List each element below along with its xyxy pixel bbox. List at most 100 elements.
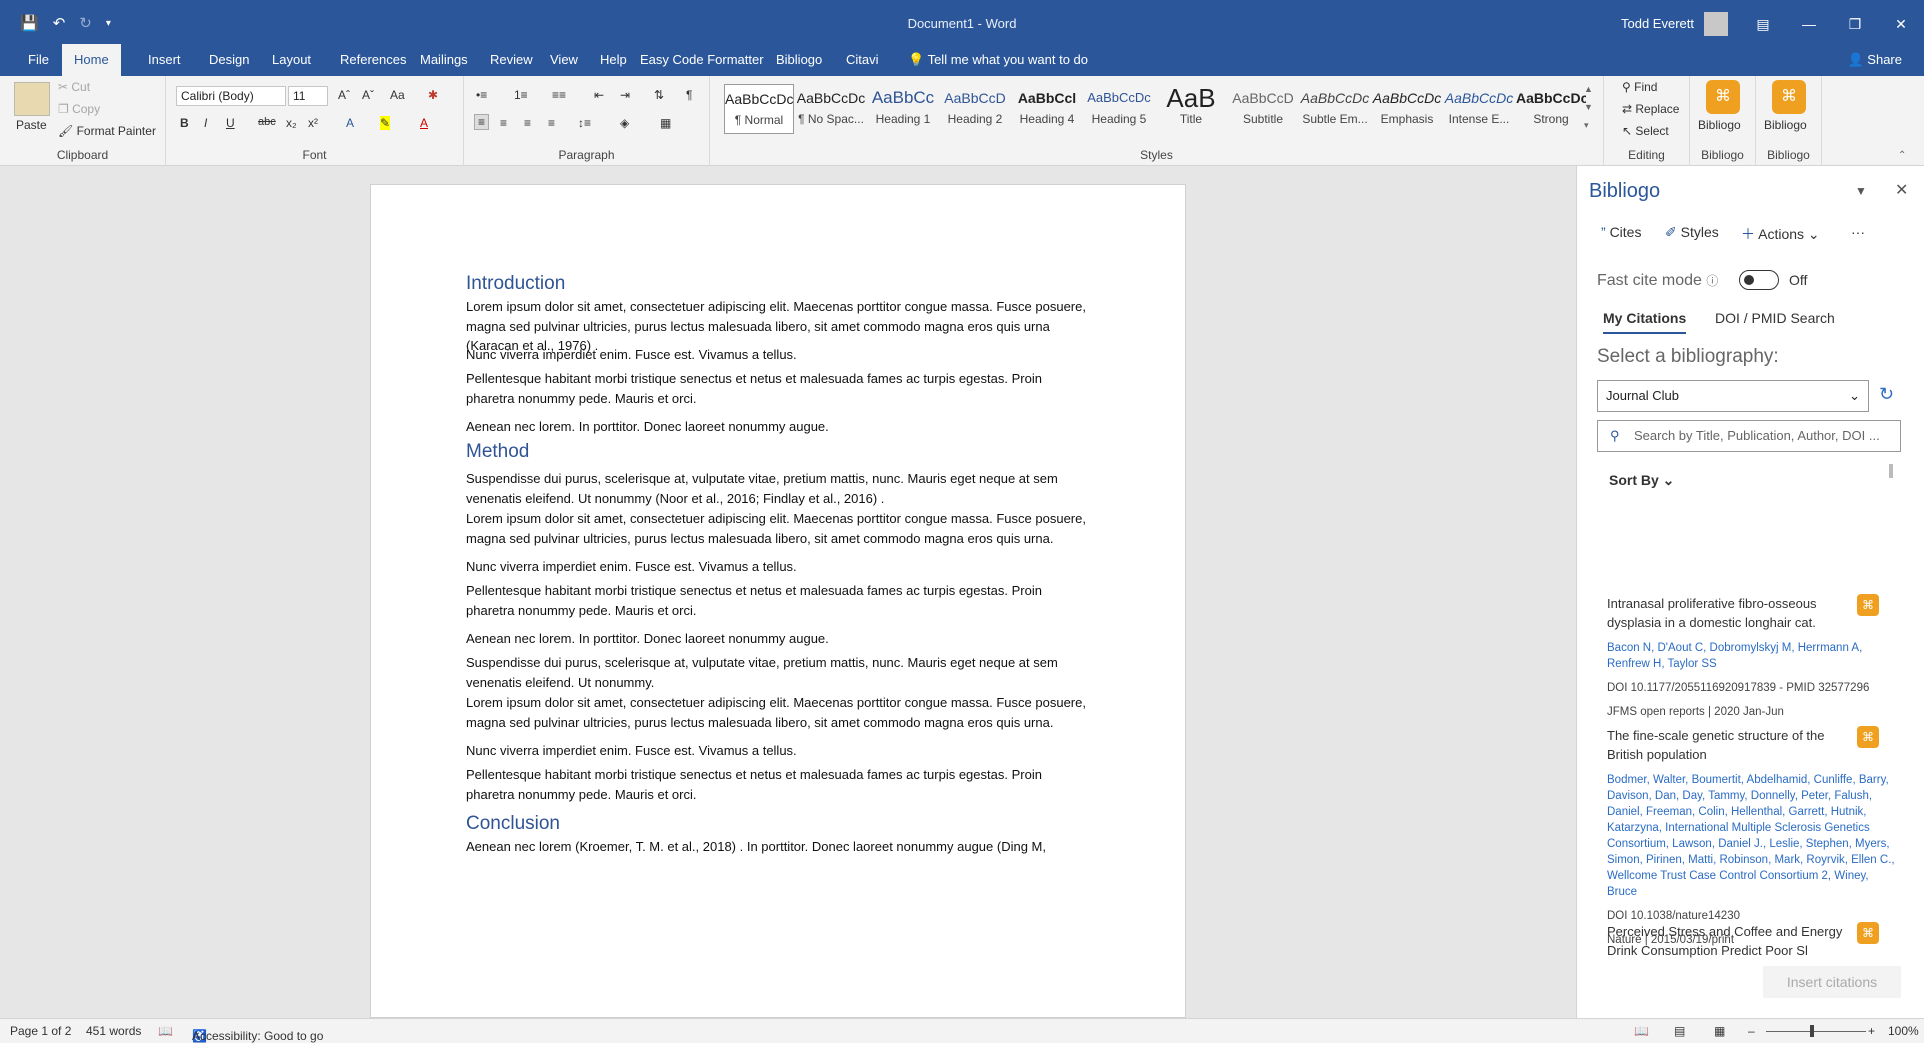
style-1[interactable]: AaBbCcDc ¶ No Spac... (796, 84, 866, 134)
bibliogo-button[interactable]: Bibliogo (1698, 118, 1741, 132)
citation-authors[interactable]: Bacon N, D'Aout C, Dobromylskyj M, Herrm… (1607, 640, 1897, 672)
citation-authors[interactable]: Bodmer, Walter, Boumertit, Abdelhamid, C… (1607, 772, 1897, 900)
section-heading[interactable]: Conclusion (466, 813, 560, 835)
user-name[interactable]: Todd Everett (1621, 16, 1694, 31)
style-0[interactable]: AaBbCcDc ¶ Normal (724, 84, 794, 134)
style-2[interactable]: AaBbCc Heading 1 (868, 84, 938, 134)
web-layout-icon[interactable]: ▦ (1714, 1024, 1725, 1038)
styles-button[interactable]: ✐ Styles (1665, 224, 1719, 241)
tab-citavi[interactable]: Citavi (834, 44, 891, 76)
paragraph[interactable]: Lorem ipsum dolor sit amet, consectetuer… (466, 509, 1091, 548)
citation-item[interactable]: ⌘ The fine-scale genetic structure of the… (1607, 726, 1897, 948)
tab-mailings[interactable]: Mailings (408, 44, 480, 76)
minimize-icon[interactable]: — (1786, 0, 1832, 48)
shrink-font-icon[interactable]: Aˇ (362, 88, 374, 102)
bibliogo-cite-icon[interactable]: ⌘ (1857, 594, 1879, 616)
tab-easy-code-formatter[interactable]: Easy Code Formatter (628, 44, 776, 76)
italic-button[interactable]: I (204, 116, 207, 130)
text-effects-icon[interactable]: A (346, 116, 354, 130)
restore-icon[interactable]: ❐ (1832, 0, 1878, 48)
paragraph[interactable]: Aenean nec lorem. In porttitor. Donec la… (466, 417, 1091, 437)
font-name-select[interactable]: Calibri (Body) (176, 86, 286, 106)
style-7[interactable]: AaBbCcD Subtitle (1228, 84, 1298, 134)
font-size-select[interactable]: 11 (288, 86, 328, 106)
paragraph[interactable]: Lorem ipsum dolor sit amet, consectetuer… (466, 693, 1091, 732)
paragraph[interactable]: Suspendisse dui purus, scelerisque at, v… (466, 653, 1091, 692)
tab-file[interactable]: File (16, 44, 61, 76)
styles-scroll-down-icon[interactable]: ▼ (1584, 102, 1593, 112)
share-button[interactable]: 👤 Share (1847, 44, 1902, 76)
fast-cite-toggle[interactable] (1739, 270, 1779, 290)
tab-review[interactable]: Review (478, 44, 545, 76)
increase-indent-icon[interactable]: ⇥ (620, 88, 630, 102)
superscript-icon[interactable]: x² (308, 116, 318, 130)
tab-view[interactable]: View (538, 44, 590, 76)
paragraph[interactable]: Nunc viverra imperdiet enim. Fusce est. … (466, 557, 1091, 577)
justify-icon[interactable]: ≡ (548, 116, 555, 130)
section-heading[interactable]: Method (466, 441, 529, 463)
paragraph[interactable]: Aenean nec lorem (Kroemer, T. M. et al.,… (466, 837, 1091, 857)
tab-doi-search[interactable]: DOI / PMID Search (1715, 310, 1835, 326)
zoom-in-icon[interactable]: + (1868, 1024, 1875, 1038)
strikethrough-icon[interactable]: abc (258, 116, 276, 128)
bibliogo-cite-icon[interactable]: ⌘ (1857, 922, 1879, 944)
actions-button[interactable]: ＋ Actions ⌄ (1741, 224, 1820, 244)
tab-my-citations[interactable]: My Citations (1603, 310, 1687, 334)
font-color-icon[interactable]: A (420, 116, 428, 130)
sort-by-button[interactable]: Sort By ⌄ (1609, 472, 1674, 489)
paragraph[interactable]: Nunc viverra imperdiet enim. Fusce est. … (466, 345, 1091, 365)
style-6[interactable]: AaB Title (1156, 84, 1226, 134)
align-right-icon[interactable]: ≡ (524, 116, 531, 130)
show-formatting-icon[interactable]: ¶ (686, 88, 692, 102)
more-options-button[interactable]: ··· (1851, 224, 1865, 240)
word-count[interactable]: 451 words (86, 1024, 141, 1038)
style-9[interactable]: AaBbCcDc Emphasis (1372, 84, 1442, 134)
refresh-icon[interactable]: ↻ (1879, 384, 1894, 405)
style-3[interactable]: AaBbCcD Heading 2 (940, 84, 1010, 134)
styles-scroll-up-icon[interactable]: ▲ (1584, 84, 1593, 94)
citation-search-input[interactable]: ⚲ Search by Title, Publication, Author, D… (1597, 420, 1901, 452)
change-case-button[interactable]: Aa (390, 88, 405, 102)
borders-icon[interactable]: ▦ (660, 116, 671, 130)
paste-icon[interactable] (14, 82, 50, 116)
zoom-slider-thumb[interactable] (1810, 1025, 1814, 1037)
citation-item[interactable]: ⌘ Intranasal proliferative fibro-osseous … (1607, 594, 1897, 720)
proofing-icon[interactable]: 📖 (158, 1024, 173, 1038)
ribbon-display-icon[interactable]: ▤ (1740, 0, 1786, 48)
copy-button[interactable]: ❐ Copy (58, 102, 100, 116)
tab-home[interactable]: Home (62, 44, 121, 76)
zoom-out-icon[interactable]: – (1748, 1024, 1755, 1038)
align-center-icon[interactable]: ≡ (500, 116, 507, 130)
bibliogo-button[interactable]: Bibliogo (1764, 118, 1807, 132)
pane-scrollbar[interactable] (1889, 464, 1893, 478)
collapse-ribbon-icon[interactable]: ⌃ (1898, 150, 1906, 161)
pane-options-icon[interactable]: ▼ (1855, 184, 1867, 198)
cut-button[interactable]: ✂ Cut (58, 80, 90, 94)
replace-button[interactable]: ⇄ Replace (1622, 102, 1679, 116)
tab-references[interactable]: References (328, 44, 418, 76)
style-11[interactable]: AaBbCcDc Strong (1516, 84, 1586, 134)
read-mode-icon[interactable]: 📖 (1634, 1024, 1649, 1038)
paragraph[interactable]: Pellentesque habitant morbi tristique se… (466, 765, 1091, 804)
subscript-icon[interactable]: x₂ (286, 116, 297, 130)
paragraph[interactable]: Aenean nec lorem. In porttitor. Donec la… (466, 629, 1091, 649)
tab-insert[interactable]: Insert (136, 44, 193, 76)
format-painter-button[interactable]: 🖌 Format Painter (58, 124, 156, 138)
clear-formatting-icon[interactable]: ✱ (428, 88, 438, 102)
find-button[interactable]: ⚲ Find (1622, 80, 1657, 94)
zoom-level[interactable]: 100% (1888, 1024, 1919, 1038)
cites-button[interactable]: ” Cites (1601, 224, 1641, 240)
bibliogo-icon[interactable]: ⌘ (1706, 80, 1740, 114)
citation-item[interactable]: ⌘ Perceived Stress and Coffee and Energy … (1607, 922, 1897, 960)
paragraph[interactable]: Pellentesque habitant morbi tristique se… (466, 581, 1091, 620)
styles-more-icon[interactable]: ▾ (1584, 120, 1589, 131)
line-spacing-icon[interactable]: ↕≡ (578, 116, 591, 130)
align-left-icon[interactable]: ≡ (474, 114, 490, 130)
section-heading[interactable]: Introduction (466, 273, 565, 295)
style-8[interactable]: AaBbCcDc Subtle Em... (1300, 84, 1370, 134)
print-layout-icon[interactable]: ▤ (1674, 1024, 1685, 1038)
tab-design[interactable]: Design (197, 44, 261, 76)
style-4[interactable]: AaBbCcl Heading 4 (1012, 84, 1082, 134)
shading-icon[interactable]: ◈ (620, 116, 629, 130)
style-5[interactable]: AaBbCcDc Heading 5 (1084, 84, 1154, 134)
